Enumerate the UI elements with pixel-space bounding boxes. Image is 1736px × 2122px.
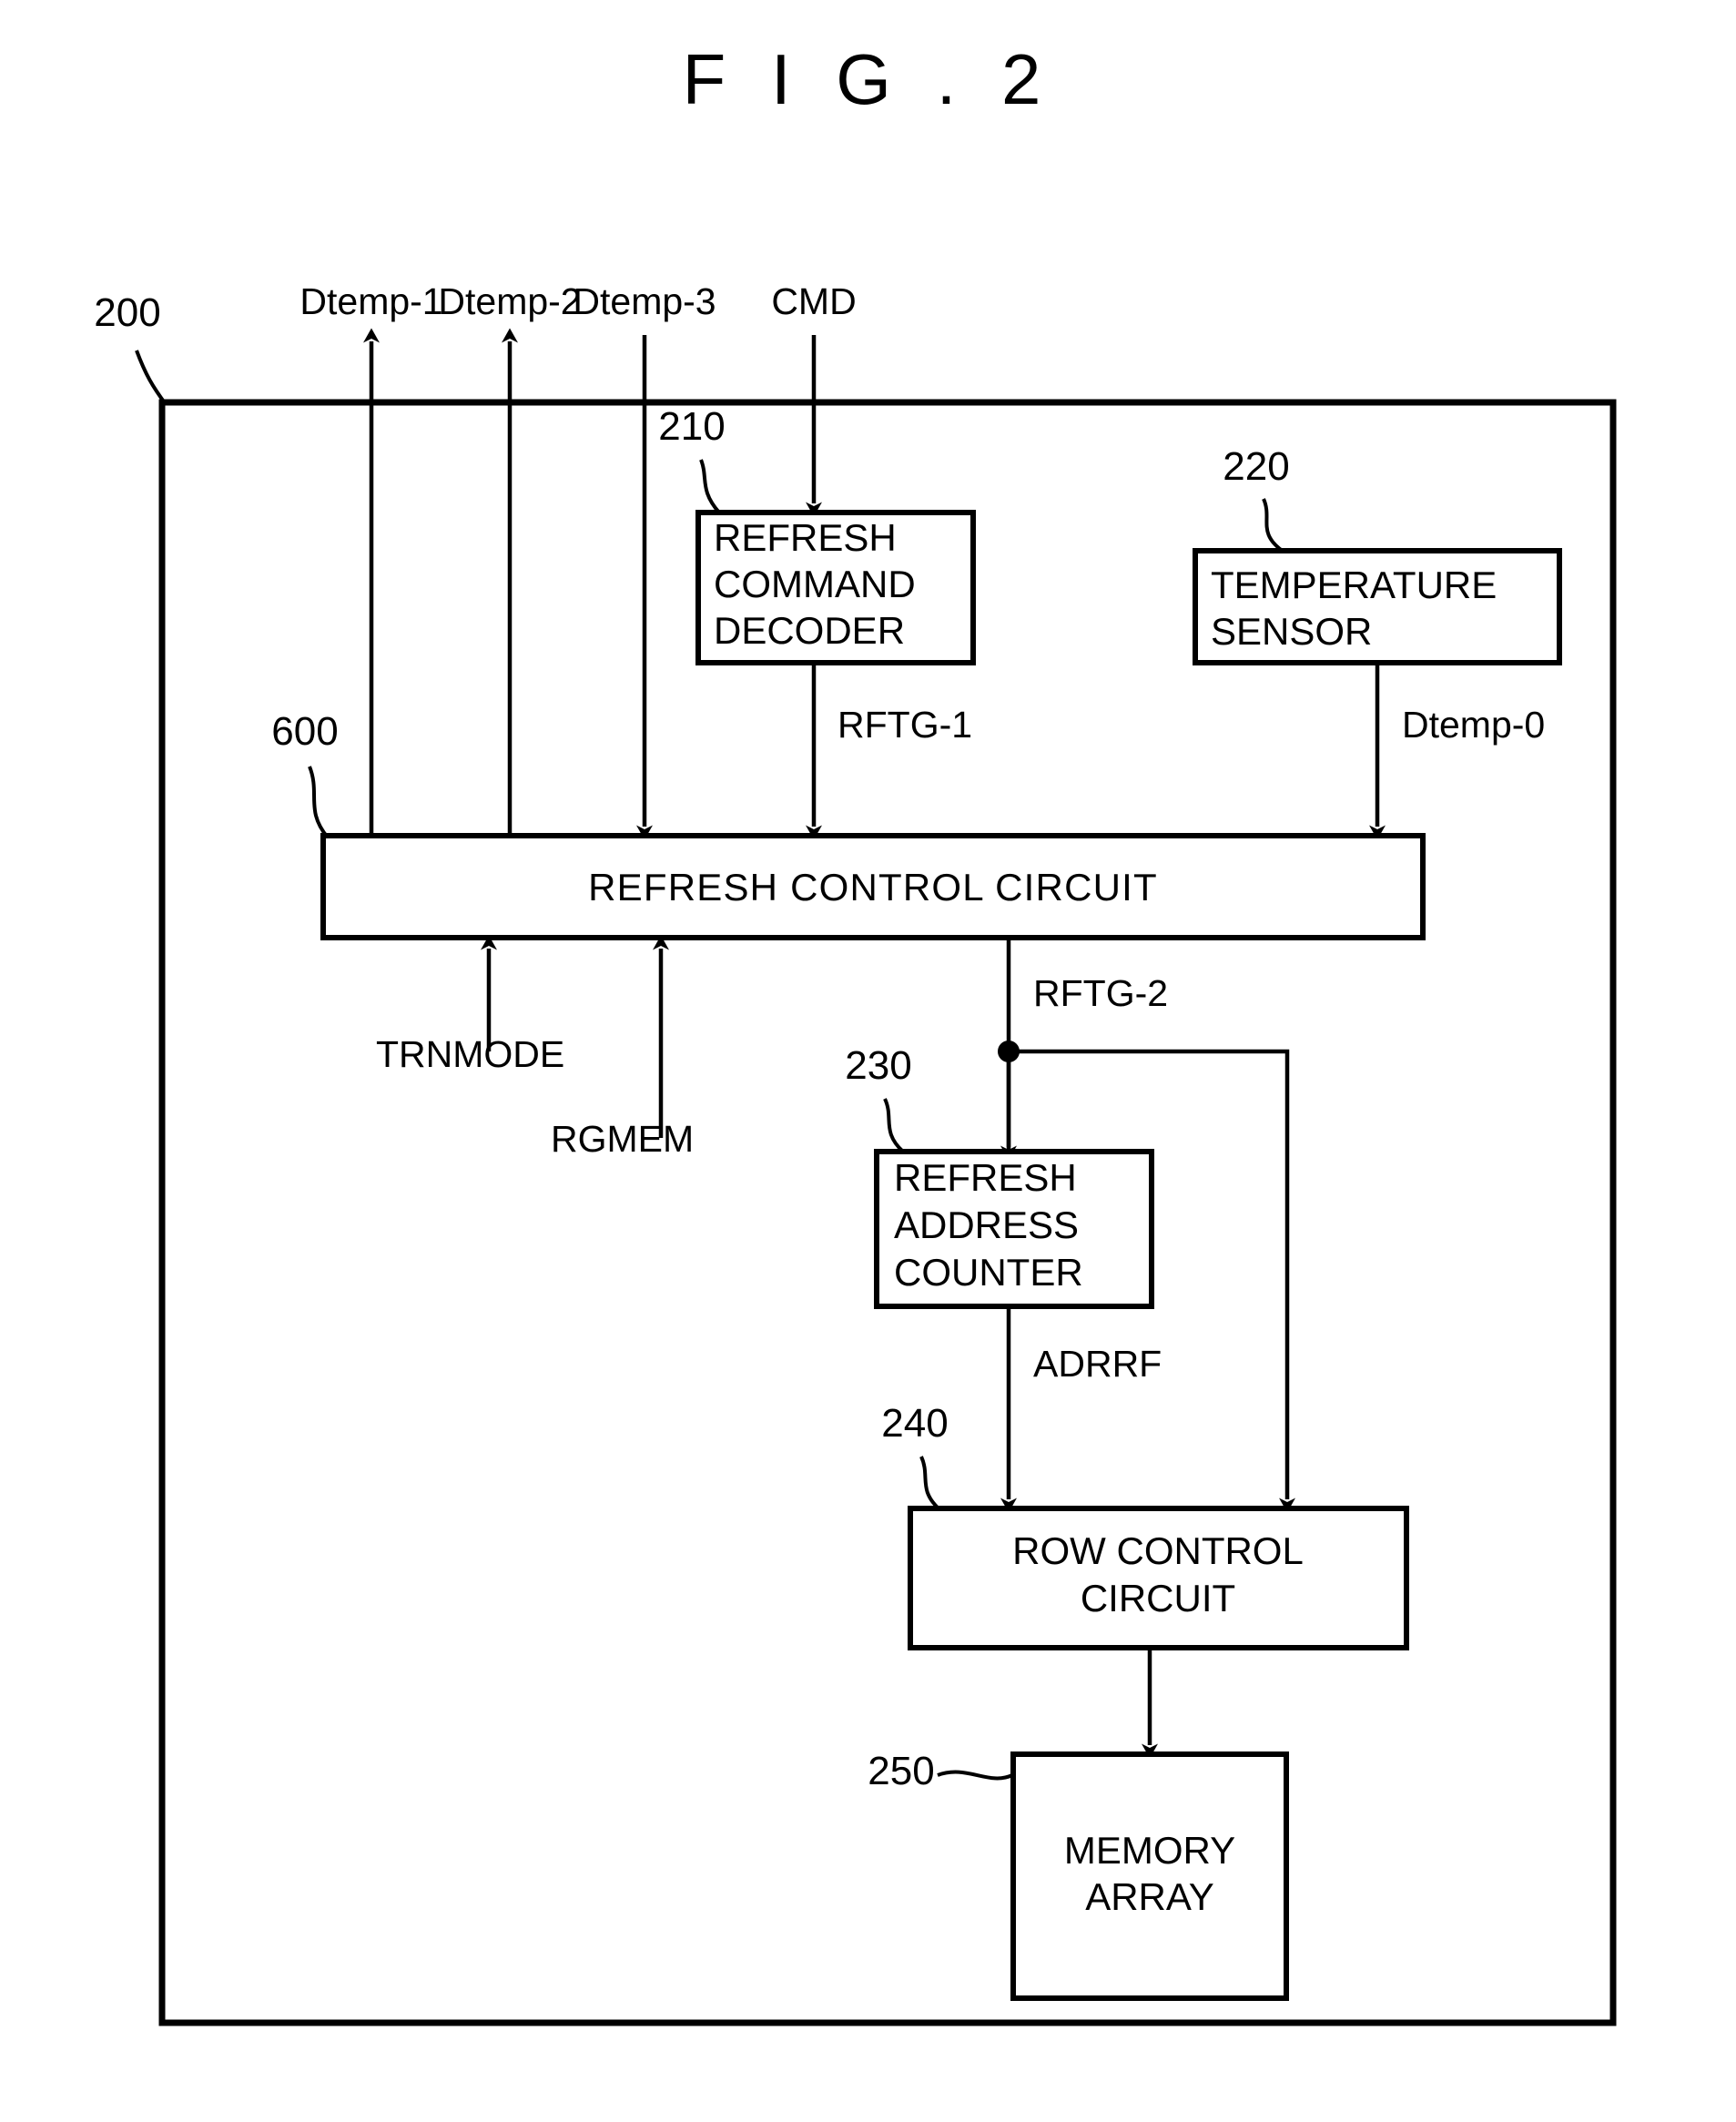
block-diagram: 200 Dtemp-1 Dtemp-2 Dtemp-3 CMD REFRESH … <box>94 280 1617 2026</box>
block-220-line-2: SENSOR <box>1211 610 1372 653</box>
ref-label-220: 220 <box>1223 444 1289 489</box>
signal-label-dtemp-3: Dtemp-3 <box>573 280 716 322</box>
signal-label-dtemp-2: Dtemp-2 <box>438 280 581 322</box>
block-230-line-1: REFRESH <box>894 1156 1077 1199</box>
ref-label-230: 230 <box>845 1043 911 1088</box>
signal-label-trnmode: TRNMODE <box>376 1033 564 1075</box>
signal-label-rgmem: RGMEM <box>551 1118 694 1160</box>
block-250-line-2: ARRAY <box>1085 1875 1214 1918</box>
leader-600 <box>308 766 330 839</box>
signal-label-dtemp-0: Dtemp-0 <box>1402 704 1545 746</box>
signal-label-adrrf: ADRRF <box>1033 1343 1162 1385</box>
block-230-line-2: ADDRESS <box>894 1203 1079 1246</box>
block-210-line-1: REFRESH <box>714 516 897 559</box>
ref-label-200: 200 <box>94 290 160 335</box>
ref-label-210: 210 <box>658 404 725 449</box>
block-210-line-3: DECODER <box>714 609 905 652</box>
block-250-line-1: MEMORY <box>1064 1829 1235 1872</box>
signal-label-dtemp-1: Dtemp-1 <box>299 280 442 322</box>
leader-240 <box>919 1456 941 1511</box>
signal-label-rftg-1: RFTG-1 <box>838 704 972 746</box>
block-240-line-2: CIRCUIT <box>1081 1577 1235 1619</box>
leader-230 <box>883 1098 905 1153</box>
ref-label-250: 250 <box>868 1749 934 1793</box>
leader-220 <box>1262 498 1285 553</box>
block-240-line-1: ROW CONTROL <box>1012 1529 1304 1572</box>
leader-250 <box>937 1770 1013 1781</box>
figure-root: F I G . 2 200 Dtemp-1 Dtemp-2 Dtemp-3 CM… <box>0 0 1736 2122</box>
signal-label-cmd: CMD <box>771 280 856 322</box>
block-600-line-1: REFRESH CONTROL CIRCUIT <box>588 866 1158 909</box>
ref-label-600: 600 <box>271 709 338 754</box>
ref-label-240: 240 <box>881 1401 948 1446</box>
leader-210 <box>699 459 721 514</box>
block-230-line-3: COUNTER <box>894 1251 1083 1294</box>
block-220-line-1: TEMPERATURE <box>1211 563 1497 606</box>
block-210-line-2: COMMAND <box>714 563 916 605</box>
leader-200 <box>135 350 168 406</box>
signal-label-rftg-2: RFTG-2 <box>1033 972 1168 1014</box>
